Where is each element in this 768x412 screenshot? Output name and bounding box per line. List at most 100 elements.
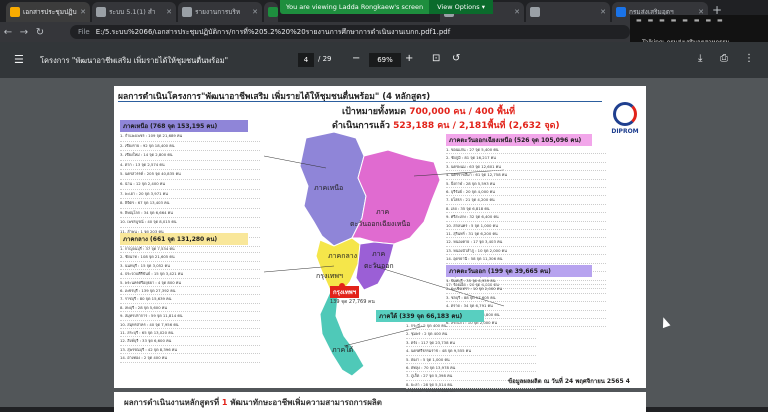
tab-favicon [10, 7, 20, 17]
next-heading-post: พัฒนาทักษะอาชีพเพิ่มความสามารถการผลิต [230, 398, 383, 407]
reload-icon[interactable]: ↻ [32, 27, 48, 38]
tab-favicon [530, 7, 540, 17]
list-item: 5. นครสวรรค์ : 205 จุด 40,835 คน [120, 170, 260, 180]
forward-icon[interactable]: → [16, 27, 32, 38]
map-label-north: ภาคเหนือ [314, 184, 344, 192]
list-item: 4. นครราชสีมา : 61 จุด 12,758 คน [446, 171, 606, 180]
list-item: 4. ตาก : 13 จุด 2,574 คน [120, 161, 260, 171]
zoom-in-icon[interactable]: + [405, 53, 413, 64]
east-region-head: ภาคตะวันออก (199 จุด 39,665 คน) [446, 265, 592, 277]
tab-favicon [268, 7, 278, 17]
tab-title: ระบบ 5.1(1) สำ [109, 8, 156, 16]
tab-5[interactable]: ✕ [526, 2, 610, 22]
tab-1[interactable]: ระบบ 5.1(1) สำ ✕ [92, 2, 176, 22]
menu-icon[interactable]: ☰ [14, 53, 24, 66]
next-page-heading: ผลการดำเนินงานหลักสูตรที่ 1 พัฒนาทักษะอา… [124, 396, 382, 409]
participant-tiles-icon[interactable]: ▬ ▬ ▬ ▬ ▬ ▬ ▬ ▬ [636, 17, 725, 24]
tab-3[interactable] [264, 2, 278, 22]
pdf-page: ผลการดำเนินโครงการ"พัฒนาอาชีพเสริม เพิ่ม… [114, 86, 646, 407]
diprom-logo: DIPROM [608, 102, 642, 142]
list-item: 2. ชัยภูมิ : 81 จุด 16,217 คน [446, 154, 606, 163]
page-number-input[interactable]: 4 [298, 53, 314, 67]
list-item: 1. ขอนแก่น : 27 จุด 5,400 คน [446, 146, 606, 155]
central-region-list: 1. กาญจนบุรี : 37 จุด 7,534 คน 2. ชัยนาท … [120, 245, 260, 363]
logo-mark-icon [613, 102, 637, 126]
list-item: 10. สมุทรสาคร : 40 จุด 7,956 คน [120, 321, 260, 330]
north-region-head: ภาคเหนือ (768 จุด 153,195 คน) [120, 120, 248, 132]
zoom-level-input[interactable]: 69% [369, 53, 401, 67]
list-item: 4. นครศรีธรรมราช : 48 จุด 9,555 คน [406, 347, 536, 356]
list-item: 6. พัทลุง : 70 จุด 13,978 คน [406, 364, 536, 373]
fit-page-icon[interactable]: ⊡ [432, 53, 440, 64]
list-item: 6. บุรีรัมย์ : 20 จุด 4,000 คน [446, 188, 606, 197]
list-item: 5. พระนครศรีอยุธยา : 4 จุด 800 คน [120, 279, 260, 288]
north-region-list: 1. กำแพงเพชร : 109 จุด 21,689 คน 2. เชียง… [120, 132, 260, 248]
close-icon[interactable]: ✕ [166, 8, 172, 16]
tab-favicon [96, 7, 106, 17]
screen-share-bar: You are viewing Ladda Rongkaew's screen … [280, 0, 493, 14]
list-item: 3. ตรัง : 117 จุด 23,738 คน [406, 339, 536, 348]
tab-0[interactable]: เอกสารประชุมปฏิบ ✕ [6, 2, 90, 22]
list-item: 7. พะเยา : 20 จุด 3,971 คน [120, 190, 260, 200]
list-item: 3. นนทบุรี : 15 จุด 3,052 คน [120, 262, 260, 271]
list-item: 2. เชียงราย : 92 จุด 18,400 คน [120, 142, 260, 152]
list-item: 7. ราชบุรี : 80 จุด 15,639 คน [120, 295, 260, 304]
pdf-viewer[interactable]: ผลการดำเนินโครงการ"พัฒนาอาชีพเสริม เพิ่ม… [0, 78, 768, 412]
more-options-icon[interactable]: ⋮ [744, 53, 754, 64]
mouse-cursor-icon [659, 315, 671, 329]
list-item: 1. กาญจนบุรี : 37 จุด 7,534 คน [120, 245, 260, 254]
tab-2[interactable]: รายงานการบริห ✕ [178, 2, 262, 22]
close-icon[interactable]: ✕ [252, 8, 258, 16]
heading-rule [118, 101, 602, 102]
close-icon[interactable]: ✕ [600, 8, 606, 16]
map-label-south: ภาคใต้ [332, 346, 354, 354]
list-item: 14. อ่างทอง : 2 จุด 400 คน [120, 354, 260, 363]
back-icon[interactable]: ← [0, 27, 16, 38]
map-label-northeast-2: ตะวันออกเฉียงเหนือ [350, 220, 411, 228]
list-item: 14. อุดรธานี : 58 จุด 11,306 คน [446, 255, 606, 264]
list-item: 3. เชียงใหม่ : 14 จุด 2,800 คน [120, 151, 260, 161]
view-options-button[interactable]: View Options ▾ [429, 0, 493, 14]
screen-share-message: You are viewing Ladda Rongkaew's screen [286, 3, 424, 11]
list-item: 1. จันทบุรี : 35 จุด 6,959 คน [446, 277, 606, 286]
bangkok-count: 139 จุด 27,769 คน [330, 299, 375, 305]
list-item: 9. ศรีสะเกษ : 32 จุด 6,400 คน [446, 213, 606, 222]
list-item: 2. ฉะเชิงเทรา : 10 จุด 2,000 คน [446, 285, 606, 294]
logo-text: DIPROM [611, 128, 639, 135]
map-label-central: ภาคกลาง [328, 252, 358, 260]
list-item: 9. สมุทรปราการ : 59 จุด 11,814 คน [120, 312, 260, 321]
list-item: 2. ชุมพร : 2 จุด 400 คน [406, 330, 536, 339]
rotate-icon[interactable]: ↺ [452, 53, 460, 64]
close-icon[interactable]: ✕ [514, 8, 520, 16]
close-icon[interactable]: ✕ [80, 8, 86, 16]
list-item: 8. ลพบุรี : 28 จุด 5,600 คน [120, 304, 260, 313]
list-item: 13. หนองบัวลำภู : 10 จุด 2,000 คน [446, 247, 606, 256]
list-item: 8. เลย : 35 จุด 6,818 คน [446, 205, 606, 214]
tab-title: รายงานการบริห [195, 8, 241, 16]
print-icon[interactable]: ⎙ [720, 53, 728, 64]
page-number-label: 4 [625, 378, 630, 385]
document-title: โครงการ "พัฒนาอาชีพเสริม เพิ่มรายได้ให้ช… [40, 56, 229, 65]
next-heading-red: 1 [219, 398, 231, 407]
bangkok-badge: กรุงเทพฯ [330, 286, 360, 298]
map-label-bangkok: กรุงเทพฯ [316, 272, 343, 280]
central-region-head: ภาคกลาง (661 จุด 131,280 คน) [120, 233, 248, 245]
file-info-label: File [78, 28, 90, 36]
list-item: 4. ประจวบคีรีขันธ์ : 15 จุด 3,421 คน [120, 270, 260, 279]
url-text: E:/5.ระบบ%2066/เอกสารประชุมปฏิบัติการ/กา… [95, 27, 451, 36]
data-date-footer: ข้อมูลผลผลิต ณ วันที่ 24 พฤศจิกายน 2565 … [508, 376, 630, 386]
list-item: 11. สุรินทร์ : 31 จุด 6,200 คน [446, 230, 606, 239]
tab-title: เอกสารประชุมปฏิบ [23, 8, 77, 16]
south-region-head: ภาคใต้ (339 จุด 66,183 คน) [376, 310, 484, 322]
list-item: 12. สิงห์บุรี : 33 จุด 6,600 คน [120, 337, 260, 346]
target-value: 700,000 คน / 400 พื้นที่ [409, 107, 516, 117]
list-item: 3. นครพนม : 63 จุด 12,601 คน [446, 163, 606, 172]
northeast-region-head: ภาคตะวันออกเฉียงเหนือ (526 จุด 105,096 ค… [446, 134, 592, 146]
url-input[interactable]: File E:/5.ระบบ%2066/เอกสารประชุมปฏิบัติก… [70, 25, 630, 39]
list-item: 8. พิจิตร : 67 จุด 13,403 คน [120, 199, 260, 209]
list-item: 6. น่าน : 12 จุด 2,400 คน [120, 180, 260, 190]
tab-favicon [182, 7, 192, 17]
download-icon[interactable]: ⤓ [698, 53, 702, 64]
zoom-out-icon[interactable]: − [352, 53, 360, 64]
list-item: 10. เพชรบูรณ์ : 40 จุด 8,015 คน [120, 218, 260, 228]
